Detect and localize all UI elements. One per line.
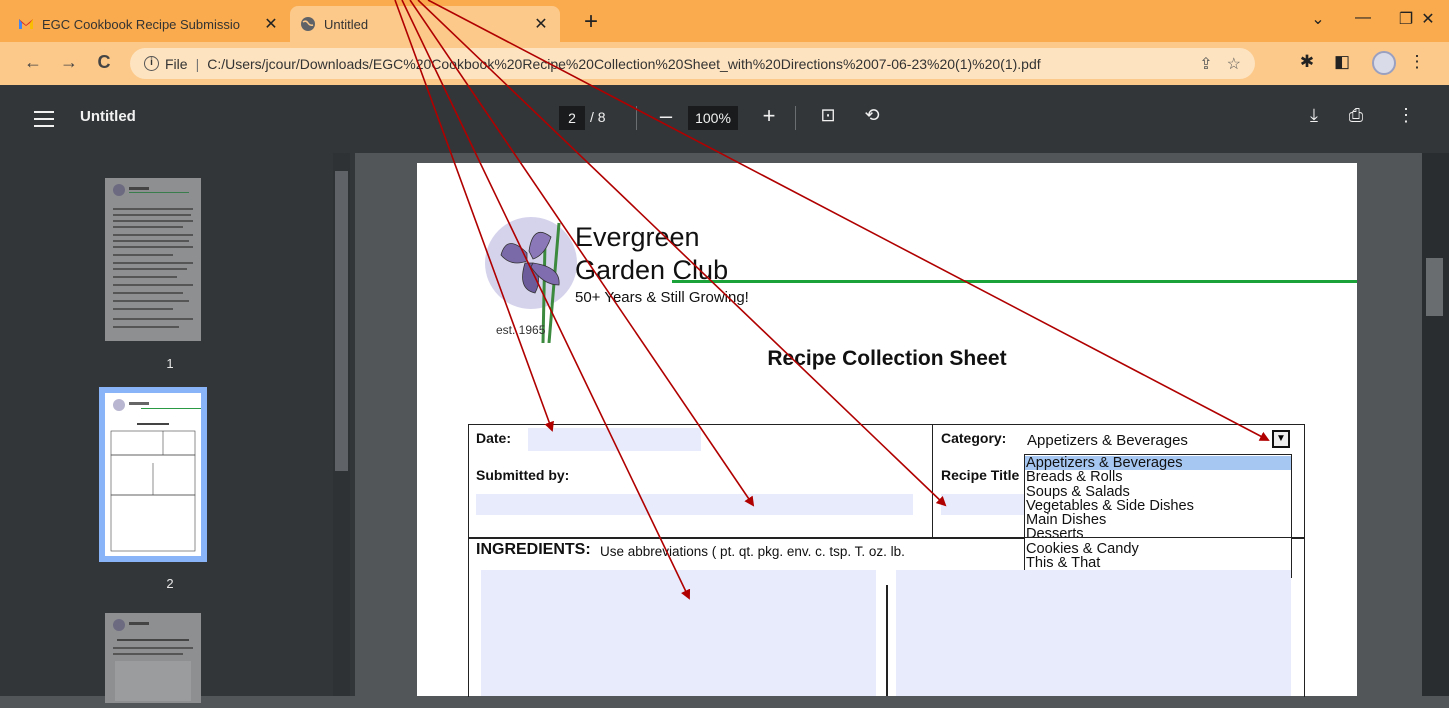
ingredients-column-divider [886, 585, 888, 696]
sidebar-scrollbar-thumb[interactable] [335, 171, 348, 471]
tab-untitled[interactable]: Untitled ✕ [290, 6, 560, 42]
extensions-icon[interactable]: ✱ [1295, 52, 1319, 72]
tab-strip: EGC Cookbook Recipe Submissio ✕ Untitled… [0, 0, 1449, 42]
document-scrollbar-thumb[interactable] [1426, 258, 1443, 316]
share-icon[interactable]: ⇪ [1199, 54, 1212, 74]
print-icon[interactable]: ⎙ [1344, 105, 1368, 126]
green-rule [672, 280, 1357, 283]
page-thumbnail-1[interactable] [105, 178, 201, 341]
ingredients-field-left[interactable] [481, 570, 876, 696]
thumbnail-preview [113, 619, 193, 701]
document-title: Untitled [80, 108, 136, 125]
tab-egc-cookbook[interactable]: EGC Cookbook Recipe Submissio ✕ [8, 6, 290, 42]
back-icon[interactable]: ← [22, 52, 44, 73]
tagline: 50+ Years & Still Growing! [575, 289, 749, 306]
submitted-by-label: Submitted by: [476, 467, 570, 483]
bookmark-star-icon[interactable]: ☆ [1227, 54, 1241, 74]
profile-avatar[interactable] [1372, 51, 1396, 75]
tab-title: EGC Cookbook Recipe Submissio [42, 16, 240, 32]
dropdown-option[interactable]: Main Dishes [1025, 513, 1291, 528]
forward-icon[interactable]: → [58, 52, 80, 73]
address-bar[interactable]: i File | C:/Users/jcour/Downloads/EGC%20… [130, 48, 1255, 79]
minimize-icon[interactable]: — [1343, 9, 1383, 27]
scheme-label: File [165, 55, 188, 72]
tab-title: Untitled [324, 16, 369, 32]
reload-icon[interactable]: C [93, 52, 115, 73]
close-icon[interactable]: ✕ [262, 14, 280, 34]
zoom-out-button[interactable]: – [655, 103, 677, 129]
pdf-toolbar: Untitled 2 / 8 – 100% + ⊡ ⟲ ⤓ ⎙ ⋮ [0, 85, 1449, 153]
divider [636, 106, 637, 130]
dropdown-option[interactable]: Breads & Rolls [1025, 470, 1291, 485]
window-close-icon[interactable]: ✕ [1408, 9, 1448, 29]
divider: | [195, 55, 200, 72]
dropdown-arrow-icon[interactable]: ▼ [1272, 430, 1290, 448]
close-icon[interactable]: ✕ [532, 14, 550, 34]
zoom-input[interactable]: 100% [688, 106, 738, 130]
category-select-value[interactable]: Appetizers & Beverages [1027, 432, 1188, 449]
ingredients-label: INGREDIENTS: [476, 541, 591, 558]
ingredients-field-right[interactable] [896, 570, 1291, 696]
info-icon[interactable]: i [144, 56, 159, 71]
fit-page-icon[interactable]: ⊡ [816, 105, 840, 126]
globe-icon [301, 17, 315, 31]
document-scrollbar[interactable] [1422, 153, 1449, 696]
new-tab-button[interactable]: + [576, 8, 606, 36]
dropdown-option[interactable]: Vegetables & Side Dishes [1025, 498, 1291, 513]
thumbnail-preview [105, 178, 201, 341]
thumbnail-preview [110, 399, 201, 552]
page-total: / 8 [590, 109, 606, 125]
recipe-title-field[interactable] [941, 494, 1026, 515]
browser-toolbar: ← → C i File | C:/Users/jcour/Downloads/… [0, 42, 1449, 85]
url-text[interactable]: C:/Users/jcour/Downloads/EGC%20Cookbook%… [207, 56, 1185, 72]
zoom-in-button[interactable]: + [758, 103, 780, 129]
org-name-line1: Evergreen [575, 222, 700, 252]
download-icon[interactable]: ⤓ [1302, 105, 1326, 126]
divider [795, 106, 796, 130]
rotate-icon[interactable]: ⟲ [860, 105, 884, 126]
menu-icon[interactable]: ⋮ [1405, 52, 1429, 72]
dropdown-option[interactable]: Soups & Salads [1025, 484, 1291, 499]
thumbnail-number: 2 [166, 576, 174, 591]
category-label: Category: [941, 430, 1007, 446]
dropdown-option[interactable]: Appetizers & Beverages [1025, 456, 1291, 470]
side-panel-icon[interactable]: ◧ [1330, 52, 1354, 72]
ingredients-note: Use abbreviations ( pt. qt. pkg. env. c.… [600, 544, 905, 559]
form-divider [932, 424, 933, 539]
page-thumbnail-3[interactable] [105, 613, 201, 703]
established-label: est. 1965 [496, 323, 546, 337]
sidebar-toggle-icon[interactable] [34, 111, 54, 132]
submitted-by-field[interactable] [476, 494, 913, 515]
tab-search-icon[interactable]: ⌄ [1298, 9, 1338, 29]
date-label: Date: [476, 430, 512, 446]
recipe-title-label: Recipe Title [941, 467, 1020, 483]
sheet-title: Recipe Collection Sheet [767, 347, 1007, 370]
page-thumbnail-2[interactable] [99, 387, 207, 562]
gmail-icon [19, 19, 33, 29]
page-number-input[interactable]: 2 [559, 106, 585, 130]
date-field[interactable] [528, 428, 701, 451]
thumbnail-sidebar: 1 2 [0, 153, 355, 703]
thumbnail-number: 1 [166, 356, 174, 371]
more-options-icon[interactable]: ⋮ [1394, 105, 1418, 126]
